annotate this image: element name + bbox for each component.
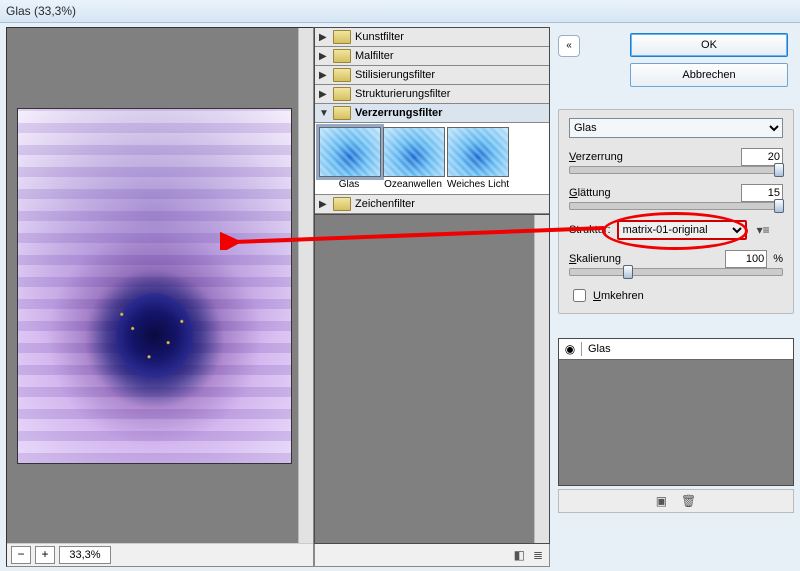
verzerrung-slider[interactable]	[569, 166, 783, 174]
chevron-right-icon: ▶	[319, 32, 329, 43]
umkehren-label: Umkehren	[593, 290, 644, 302]
effect-layers-footer: ▣ 🗑	[558, 489, 794, 513]
chevron-right-icon: ▶	[319, 70, 329, 81]
preview-panel: − + 33,3%	[6, 27, 314, 567]
thumb-label: Weiches Licht	[447, 179, 507, 190]
thumb-label: Ozeanwellen	[383, 179, 443, 190]
filter-tree-panel: ▶ Kunstfilter ▶ Malfilter ▶ Stilisierungsfi…	[314, 27, 550, 567]
visibility-eye-icon[interactable]: ◉	[559, 342, 582, 356]
tree-item-malfilter[interactable]: ▶ Malfilter	[315, 47, 549, 66]
preview-footer: − + 33,3%	[7, 543, 313, 566]
verzerrung-label: Verzerrung	[569, 151, 735, 163]
struktur-label: Struktur:	[569, 224, 611, 236]
tree-label: Verzerrungsfilter	[355, 107, 442, 119]
tree-item-strukturierungsfilter[interactable]: ▶ Strukturierungsfilter	[315, 85, 549, 104]
skalierung-unit: %	[773, 253, 783, 265]
filter-tree: ▶ Kunstfilter ▶ Malfilter ▶ Stilisierungsfi…	[314, 27, 550, 215]
folder-icon	[333, 197, 351, 211]
tree-item-verzerrungsfilter[interactable]: ▼ Verzerrungsfilter	[315, 104, 549, 123]
thumb-label: Glas	[319, 179, 379, 190]
active-filter-select[interactable]: Glas	[569, 118, 783, 138]
tree-item-stilisierungsfilter[interactable]: ▶ Stilisierungsfilter	[315, 66, 549, 85]
button-label: OK	[701, 39, 717, 51]
chevron-down-icon: ▼	[319, 108, 329, 119]
new-layer-icon[interactable]: ▣	[656, 494, 667, 508]
zoom-in-button[interactable]: +	[35, 546, 55, 564]
tree-item-kunstfilter[interactable]: ▶ Kunstfilter	[315, 28, 549, 47]
skalierung-slider[interactable]	[569, 268, 783, 276]
filter-thumb-ozeanwellen[interactable]: Ozeanwellen	[383, 127, 443, 190]
folder-icon	[333, 68, 351, 82]
tree-label: Kunstfilter	[355, 31, 404, 43]
chevron-right-icon: ▶	[319, 199, 329, 210]
tree-label: Stilisierungsfilter	[355, 69, 435, 81]
thumb-image	[319, 127, 381, 177]
ok-button[interactable]: OK	[630, 33, 788, 57]
slider-knob[interactable]	[774, 199, 784, 213]
chevron-right-icon: ▶	[319, 89, 329, 100]
filter-thumb-glas[interactable]: Glas	[319, 127, 379, 190]
zoom-out-button[interactable]: −	[11, 546, 31, 564]
delete-layer-icon[interactable]: 🗑	[681, 494, 696, 508]
slider-knob[interactable]	[774, 163, 784, 177]
folder-icon	[333, 106, 351, 120]
filter-tree-empty-area	[314, 215, 550, 544]
button-label: Abbrechen	[682, 69, 735, 81]
skalierung-label: Skalierung	[569, 253, 719, 265]
preview-canvas-area[interactable]	[7, 28, 313, 543]
struktur-menu-icon[interactable]: ▾≡	[757, 223, 770, 237]
filter-thumbnail-strip: Glas Ozeanwellen Weiches Licht	[315, 123, 549, 195]
glaettung-slider[interactable]	[569, 202, 783, 210]
skalierung-input[interactable]	[725, 250, 767, 268]
umkehren-checkbox[interactable]: Umkehren	[569, 286, 783, 305]
effect-layer-name: Glas	[582, 343, 611, 355]
view-list-icon[interactable]: ≣	[533, 548, 543, 562]
preview-image	[17, 108, 292, 464]
title-bar: Glas (33,3%)	[0, 0, 800, 23]
tree-item-zeichenfilter[interactable]: ▶ Zeichenfilter	[315, 195, 549, 214]
slider-knob[interactable]	[623, 265, 633, 279]
chevron-right-icon: ▶	[319, 51, 329, 62]
umkehren-input[interactable]	[573, 289, 586, 302]
thumb-image	[447, 127, 509, 177]
settings-panel: « OK Abbrechen Glas Verzerrung Glättung	[550, 23, 800, 571]
collapse-toggle[interactable]: «	[558, 35, 580, 57]
tree-label: Malfilter	[355, 50, 394, 62]
folder-icon	[333, 30, 351, 44]
glaettung-label: Glättung	[569, 187, 735, 199]
cancel-button[interactable]: Abbrechen	[630, 63, 788, 87]
thumb-image	[383, 127, 445, 177]
filter-footer: ◧ ≣	[314, 544, 550, 567]
zoom-value[interactable]: 33,3%	[59, 546, 111, 564]
struktur-select[interactable]: matrix-01-original	[617, 220, 747, 240]
folder-icon	[333, 87, 351, 101]
folder-icon	[333, 49, 351, 63]
tree-label: Strukturierungsfilter	[355, 88, 450, 100]
window-title: Glas (33,3%)	[6, 4, 76, 18]
effect-layer-row[interactable]: ◉ Glas	[559, 339, 793, 360]
tree-label: Zeichenfilter	[355, 198, 415, 210]
view-thumb-icon[interactable]: ◧	[514, 548, 525, 562]
filter-thumb-weiches-licht[interactable]: Weiches Licht	[447, 127, 507, 190]
double-chevron-icon: «	[566, 42, 572, 50]
effect-layers-list: ◉ Glas	[558, 338, 794, 486]
